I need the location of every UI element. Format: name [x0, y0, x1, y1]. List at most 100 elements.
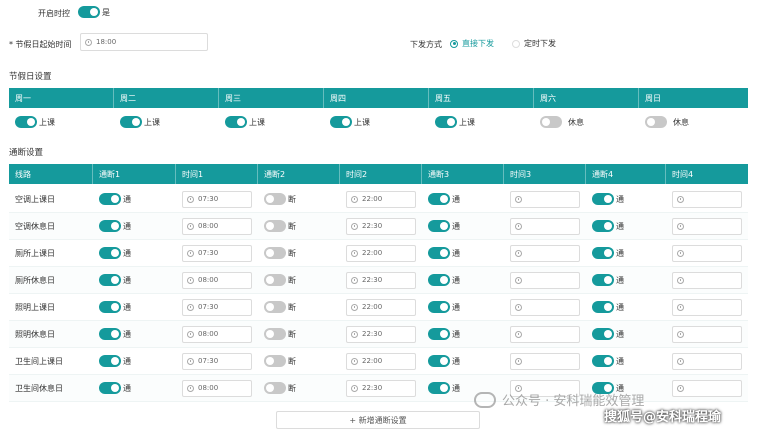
clock-icon [351, 330, 358, 338]
switch-on-toggle[interactable]: 通 [422, 294, 504, 320]
switch-on-toggle[interactable]: 通 [422, 213, 504, 239]
col-header-wed: 周三 [219, 88, 324, 108]
clock-icon [187, 249, 194, 257]
col-header-switch3: 通断3 [422, 164, 504, 184]
time-input[interactable] [666, 294, 748, 320]
radio-selected-icon [450, 39, 458, 48]
col-header-line: 线路 [9, 164, 93, 184]
holiday-toggle-sun[interactable]: 休息 [639, 116, 748, 130]
switch-off-toggle[interactable]: 断 [258, 267, 340, 293]
switch-on-toggle[interactable]: 通 [93, 375, 176, 401]
dispatch-option-scheduled[interactable]: 定时下发 [512, 38, 556, 49]
holiday-start-input[interactable]: 18:00 [80, 33, 208, 51]
col-header-thu: 周四 [324, 88, 429, 108]
switch-off-toggle[interactable]: 断 [258, 375, 340, 401]
time-input[interactable]: 07:30 [176, 240, 258, 266]
time-input[interactable]: 22:30 [340, 321, 422, 347]
switch-off-toggle[interactable]: 断 [258, 213, 340, 239]
holiday-toggle-mon[interactable]: 上课 [9, 116, 114, 130]
switch-on-toggle[interactable]: 通 [93, 294, 176, 320]
switch-on-toggle[interactable]: 通 [422, 186, 504, 212]
switch-off-toggle[interactable]: 断 [258, 240, 340, 266]
switch-on-toggle[interactable]: 通 [422, 348, 504, 374]
switch-on-toggle[interactable]: 通 [422, 240, 504, 266]
timer-control-switch[interactable]: 是 [78, 6, 110, 20]
clock-icon [515, 195, 522, 203]
holiday-toggle-wed[interactable]: 上课 [219, 116, 324, 130]
col-header-mon: 周一 [9, 88, 114, 108]
holiday-toggle-fri[interactable]: 上课 [429, 116, 534, 130]
time-input[interactable] [666, 213, 748, 239]
time-input[interactable]: 07:30 [176, 294, 258, 320]
switch-on-toggle[interactable]: 通 [422, 321, 504, 347]
col-header-switch1: 通断1 [93, 164, 176, 184]
switch-on-toggle[interactable]: 通 [586, 267, 666, 293]
clock-icon [677, 276, 684, 284]
time-input[interactable] [666, 186, 748, 212]
switch-on-toggle[interactable]: 通 [93, 321, 176, 347]
col-header-sat: 周六 [534, 88, 639, 108]
time-input[interactable] [504, 321, 586, 347]
switch-on-toggle[interactable]: 通 [586, 294, 666, 320]
holiday-toggle-tue[interactable]: 上课 [114, 116, 219, 130]
time-input[interactable]: 22:00 [340, 240, 422, 266]
time-input[interactable] [504, 267, 586, 293]
switch-on-toggle[interactable]: 通 [93, 267, 176, 293]
time-input[interactable]: 08:00 [176, 321, 258, 347]
time-input[interactable] [504, 213, 586, 239]
table-row: 卫生间上课日通 07:30 断 22:00 通通 [9, 348, 748, 375]
switch-off-toggle[interactable]: 断 [258, 294, 340, 320]
switch-off-toggle[interactable]: 断 [258, 348, 340, 374]
holiday-header: 周一 周二 周三 周四 周五 周六 周日 [9, 88, 748, 108]
line-name: 空调休息日 [15, 221, 55, 231]
switch-on-toggle[interactable]: 通 [586, 186, 666, 212]
dispatch-label: 下发方式 [410, 40, 442, 49]
add-switch-setting-button[interactable]: + 新增通断设置 [276, 411, 480, 429]
switch-on-toggle[interactable]: 通 [93, 348, 176, 374]
switch-on-toggle[interactable]: 通 [586, 213, 666, 239]
time-input[interactable]: 07:30 [176, 348, 258, 374]
time-input[interactable] [666, 240, 748, 266]
clock-icon [187, 222, 194, 230]
switch-on-toggle[interactable]: 通 [586, 348, 666, 374]
time-input[interactable] [504, 240, 586, 266]
time-input[interactable] [504, 294, 586, 320]
time-input[interactable] [504, 186, 586, 212]
time-input[interactable]: 22:30 [340, 375, 422, 401]
clock-icon [187, 195, 194, 203]
switch-on-toggle[interactable]: 通 [93, 186, 176, 212]
switch-on-toggle[interactable]: 通 [586, 240, 666, 266]
time-input[interactable]: 08:00 [176, 375, 258, 401]
time-input[interactable]: 22:30 [340, 267, 422, 293]
time-input[interactable] [666, 375, 748, 401]
holiday-toggle-sat[interactable]: 休息 [534, 116, 639, 130]
table-row: 照明上课日通 07:30 断 22:00 通通 [9, 294, 748, 321]
time-input[interactable] [666, 348, 748, 374]
switch-off-toggle[interactable]: 断 [258, 186, 340, 212]
dispatch-option-direct[interactable]: 直接下发 [450, 38, 494, 49]
switch-off-toggle[interactable]: 断 [258, 321, 340, 347]
switch-on-toggle[interactable]: 通 [422, 267, 504, 293]
clock-icon [515, 303, 522, 311]
time-input[interactable]: 08:00 [176, 267, 258, 293]
clock-icon [351, 357, 358, 365]
time-input[interactable] [666, 321, 748, 347]
col-header-sun: 周日 [645, 93, 661, 103]
time-input[interactable]: 22:00 [340, 348, 422, 374]
radio-unselected-icon [512, 39, 520, 48]
time-input[interactable]: 08:00 [176, 213, 258, 239]
clock-icon [351, 195, 358, 203]
timer-control-value: 是 [102, 7, 110, 17]
holiday-toggle-thu[interactable]: 上课 [324, 116, 429, 130]
line-name: 空调上课日 [15, 194, 55, 204]
time-input[interactable]: 22:00 [340, 186, 422, 212]
time-input[interactable]: 07:30 [176, 186, 258, 212]
time-input[interactable] [666, 267, 748, 293]
time-input[interactable]: 22:00 [340, 294, 422, 320]
clock-icon [351, 384, 358, 392]
time-input[interactable] [504, 348, 586, 374]
switch-on-toggle[interactable]: 通 [93, 213, 176, 239]
switch-on-toggle[interactable]: 通 [586, 321, 666, 347]
time-input[interactable]: 22:30 [340, 213, 422, 239]
switch-on-toggle[interactable]: 通 [93, 240, 176, 266]
